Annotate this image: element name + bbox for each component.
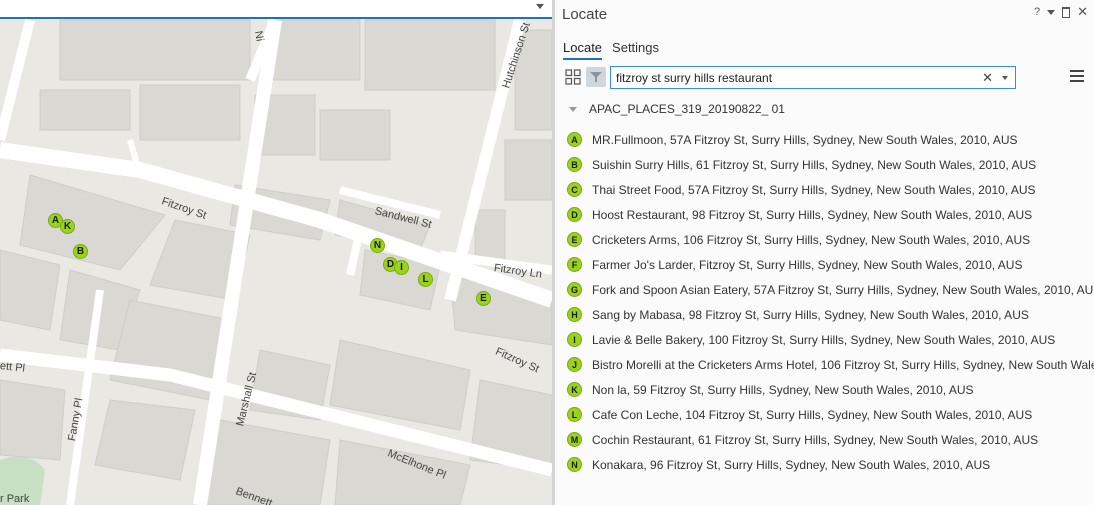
result-letter-badge: G <box>567 282 582 297</box>
result-item[interactable]: G Fork and Spoon Asian Eatery, 57A Fitzro… <box>567 277 1094 302</box>
street-label: Ni <box>252 29 266 43</box>
result-letter-badge: N <box>567 457 582 472</box>
result-letter-badge: M <box>567 432 582 447</box>
result-group-header[interactable]: APAC_PLACES_319_20190822_ 01 <box>569 102 785 116</box>
result-letter-badge: L <box>567 407 582 422</box>
filter-icon-glyph <box>590 72 602 82</box>
menu-icon-bar <box>1070 75 1084 77</box>
result-item[interactable]: D Hoost Restaurant, 98 Fitzroy St, Surry … <box>567 202 1094 227</box>
result-letter-badge: D <box>567 207 582 222</box>
result-address: Sang by Mabasa, 98 Fitzroy St, Surry Hil… <box>592 307 1029 322</box>
result-letter-badge: K <box>567 382 582 397</box>
map-marker-l[interactable]: L <box>418 272 433 287</box>
help-icon[interactable]: ? <box>1034 6 1040 18</box>
result-item[interactable]: M Cochin Restaurant, 61 Fitzroy St, Surry… <box>567 427 1094 452</box>
result-item[interactable]: L Cafe Con Leche, 104 Fitzroy St, Surry H… <box>567 402 1094 427</box>
result-address: Konakara, 96 Fitzroy St, Surry Hills, Sy… <box>592 457 991 472</box>
pane-tabs: Locate Settings <box>563 40 659 60</box>
result-letter-badge: I <box>567 332 582 347</box>
map-marker-i[interactable]: I <box>394 260 409 275</box>
result-address: Hoost Restaurant, 98 Fitzroy St, Surry H… <box>592 207 1033 222</box>
filter-icon[interactable] <box>586 67 606 87</box>
options-dropdown-icon[interactable] <box>1047 9 1056 15</box>
locate-pane: Locate ? ✕ Locate Settings ✕ APAC <box>552 0 1094 505</box>
grid-view-icon-glyph <box>565 69 581 85</box>
results-list: A MR.Fullmoon, 57A Fitzroy St, Surry Hill… <box>567 127 1094 477</box>
menu-icon-bar <box>1070 70 1084 72</box>
result-letter-badge: B <box>567 157 582 172</box>
result-item[interactable]: F Farmer Jo's Larder, Fitzroy St, Surry H… <box>567 252 1094 277</box>
menu-icon[interactable] <box>1070 70 1084 84</box>
result-address: Cochin Restaurant, 61 Fitzroy St, Surry … <box>592 432 1039 447</box>
result-address: Thai Street Food, 57A Fitzroy St, Surry … <box>592 182 1036 197</box>
map-view[interactable]: Fitzroy St Sandwell St Fitzroy Ln Fitzro… <box>0 0 552 505</box>
tab-settings[interactable]: Settings <box>612 40 659 60</box>
map-top-bar <box>0 0 552 19</box>
result-item[interactable]: A MR.Fullmoon, 57A Fitzroy St, Surry Hill… <box>567 127 1094 152</box>
result-item[interactable]: J Bistro Morelli at the Cricketers Arms H… <box>567 352 1094 377</box>
search-dropdown-icon[interactable] <box>1002 76 1008 80</box>
result-item[interactable]: N Konakara, 96 Fitzroy St, Surry Hills, S… <box>567 452 1094 477</box>
result-letter-badge: E <box>567 232 582 247</box>
map-marker-n[interactable]: N <box>370 238 385 253</box>
result-item[interactable]: K Non la, 59 Fitzroy St, Surry Hills, Syd… <box>567 377 1094 402</box>
close-icon[interactable]: ✕ <box>1077 4 1088 20</box>
result-address: Suishin Surry Hills, 61 Fitzroy St, Surr… <box>592 157 1037 172</box>
pin-icon[interactable] <box>1062 6 1071 18</box>
street-label: ett Pl <box>0 360 26 375</box>
result-item[interactable]: E Cricketers Arms, 106 Fitzroy St, Surry … <box>567 227 1094 252</box>
result-address: Cricketers Arms, 106 Fitzroy St, Surry H… <box>592 232 1031 247</box>
result-letter-badge: C <box>567 182 582 197</box>
pane-title: Locate <box>562 6 608 23</box>
result-address: MR.Fullmoon, 57A Fitzroy St, Surry Hills… <box>592 132 1018 147</box>
pane-title-tools: ? ✕ <box>1034 4 1088 20</box>
chevron-down-icon[interactable] <box>536 4 544 9</box>
menu-icon-bar <box>1070 80 1084 82</box>
search-field[interactable]: ✕ <box>610 66 1016 89</box>
result-letter-badge: J <box>567 357 582 372</box>
result-letter-badge: H <box>567 307 582 322</box>
search-input[interactable] <box>616 69 976 86</box>
result-address: Cafe Con Leche, 104 Fitzroy St, Surry Hi… <box>592 407 1033 422</box>
chevron-down-icon[interactable] <box>569 106 577 112</box>
result-item[interactable]: H Sang by Mabasa, 98 Fitzroy St, Surry Hi… <box>567 302 1094 327</box>
result-letter-badge: A <box>567 132 582 147</box>
result-group-name: APAC_PLACES_319_20190822_ 01 <box>589 102 785 116</box>
result-item[interactable]: C Thai Street Food, 57A Fitzroy St, Surry… <box>567 177 1094 202</box>
result-item[interactable]: I Lavie & Belle Bakery, 100 Fitzroy St, S… <box>567 327 1094 352</box>
map-marker-k[interactable]: K <box>60 219 75 234</box>
clear-search-icon[interactable]: ✕ <box>982 70 993 86</box>
result-letter-badge: F <box>567 257 582 272</box>
map-marker-e[interactable]: E <box>476 291 491 306</box>
result-address: Lavie & Belle Bakery, 100 Fitzroy St, Su… <box>592 332 1056 347</box>
grid-view-icon[interactable] <box>563 67 583 87</box>
result-address: Fork and Spoon Asian Eatery, 57A Fitzroy… <box>592 282 1094 297</box>
street-label: r Park <box>0 493 30 505</box>
result-item[interactable]: B Suishin Surry Hills, 61 Fitzroy St, Sur… <box>567 152 1094 177</box>
result-address: Non la, 59 Fitzroy St, Surry Hills, Sydn… <box>592 382 974 397</box>
result-address: Farmer Jo's Larder, Fitzroy St, Surry Hi… <box>592 257 1023 272</box>
tab-locate[interactable]: Locate <box>563 40 603 60</box>
map-marker-b[interactable]: B <box>73 244 88 259</box>
result-address: Bistro Morelli at the Cricketers Arms Ho… <box>592 357 1094 372</box>
